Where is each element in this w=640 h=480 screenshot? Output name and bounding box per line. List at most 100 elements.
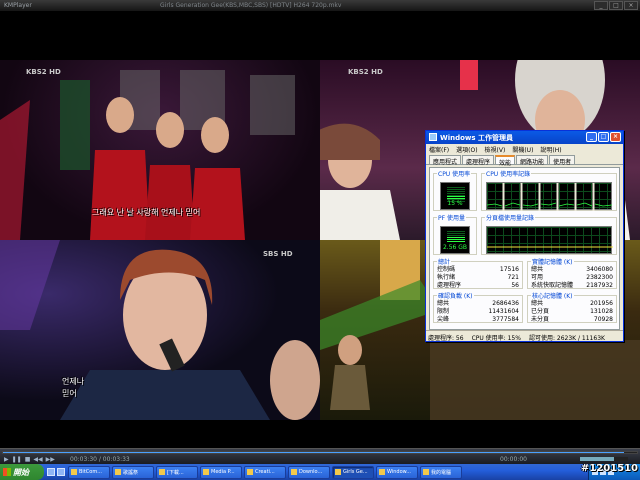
tab-processes[interactable]: 處理程序 [462,155,495,166]
prev-icon[interactable]: ◀◀ [33,456,42,463]
cpu-usage-box: CPU 使用率 15 % [433,169,477,211]
pf-usage-meter: 2.56 GB [440,226,470,254]
cpu-usage-value: 15 % [447,200,463,207]
app-icon [291,469,297,475]
taskbar-item[interactable]: 歌謠祭 [112,465,154,479]
video-quadrant-top-left: KBS2 HD 그래요 난 날 사랑해 언제나 믿어 [0,60,320,240]
minimize-button[interactable]: _ [594,1,608,10]
seek-progress [3,452,625,453]
stat-value: 70928 [593,316,613,323]
task-manager-window[interactable]: Windows 工作管理員 _ □ × 檔案(F) 選項(O) 檢視(V) 關機… [425,130,624,342]
task-manager-title-bar[interactable]: Windows 工作管理員 _ □ × [426,131,623,144]
app-name: KMPlayer [4,2,32,9]
totals-box: 總計 控制碼 17516 執行緒 721 處理程序 56 [433,257,523,289]
task-manager-title: Windows 工作管理員 [440,134,513,142]
app-icon [203,469,209,475]
menu-shutdown[interactable]: 關機(U) [512,145,533,154]
app-icon [115,469,121,475]
browser-icon[interactable] [57,468,65,476]
stat-label: 尖峰 [437,316,450,323]
tm-maximize-button[interactable]: □ [598,132,609,142]
seek-bar[interactable] [2,451,638,454]
cpu-history-legend: CPU 使用率記錄 [486,171,531,178]
time-readout: 00:00:00 [500,456,527,463]
menu-view[interactable]: 檢視(V) [485,145,506,154]
taskbar-item-label: Window... [387,469,412,475]
next-icon[interactable]: ▶▶ [46,456,55,463]
app-icon [247,469,253,475]
start-button[interactable]: 開始 [0,464,44,480]
stat-label: 未分頁 [531,316,550,323]
stat-row: 限制 11431604 [434,308,522,316]
menu-help[interactable]: 說明(H) [540,145,561,154]
stat-value: 131028 [590,308,613,315]
broadcaster-logo: KBS2 HD [348,68,383,76]
taskbar-item[interactable]: Downlo... [288,465,330,479]
stat-label: 總共 [437,300,450,307]
taskbar-item[interactable]: Media P... [200,465,242,479]
stat-value: 11431604 [488,308,519,315]
cpu-usage-legend: CPU 使用率 [438,171,471,178]
menu-file[interactable]: 檔案(F) [429,145,449,154]
stat-label: 總共 [531,266,544,273]
taskbar-item-label: 歌謠祭 [123,469,139,476]
stat-value: 17516 [499,266,519,273]
stat-value: 721 [507,274,519,281]
taskbar-item-label: BitCom... [79,469,102,475]
taskbar-item-label: 我的電腦 [431,469,452,476]
play-icon[interactable]: ▶ [4,456,9,463]
show-desktop-icon[interactable] [47,468,55,476]
task-manager-icon [429,133,437,141]
tab-users[interactable]: 使用者 [549,155,576,166]
volume-slider[interactable] [580,457,628,461]
tab-applications[interactable]: 應用程式 [429,155,462,166]
kernel-memory-legend: 核心記憶體 (K) [532,293,573,300]
taskbar-item-label: Downlo... [299,469,323,475]
stat-label: 系統快取記憶體 [531,282,574,289]
taskbar-item[interactable]: Girls Ge... [332,465,374,479]
stat-label: 處理程序 [437,282,462,289]
stop-icon[interactable]: ■ [25,456,31,463]
stat-row: 可用 2382300 [528,274,616,282]
commit-charge-legend: 確認負載 (K) [438,293,473,300]
tab-networking[interactable]: 網路功能 [516,155,549,166]
totals-legend: 總計 [438,259,451,266]
stat-value: 2382300 [586,274,613,281]
player-controls: ▶ ❚❚ ■ ◀◀ ▶▶ 00:03:30 / 00:03:33 00:00:0… [0,448,640,464]
windows-logo-icon [3,468,11,476]
stat-row: 總共 2686436 [434,300,522,308]
tm-minimize-button[interactable]: _ [586,132,597,142]
task-manager-tabs: 應用程式 處理程序 效能 網路功能 使用者 [426,154,623,167]
task-manager-menu: 檔案(F) 選項(O) 檢視(V) 關機(U) 說明(H) [426,144,623,154]
broadcaster-logo: SBS HD [263,250,293,258]
tm-close-button[interactable]: × [610,132,621,142]
performance-panel: CPU 使用率 15 % CPU 使用率記錄 PF 使用量 2.56 GB 分頁… [429,167,620,330]
stat-label: 執行緒 [437,274,456,281]
taskbar-item-label: Girls Ge... [343,469,368,475]
taskbar-item[interactable]: Window... [376,465,418,479]
app-icon [379,469,385,475]
close-button[interactable]: × [624,1,638,10]
kernel-memory-box: 核心記憶體 (K) 總共 201956 已分頁 131028 未分頁 70928 [527,291,617,323]
physical-memory-legend: 實體記憶體 (K) [532,259,573,266]
taskbar-item-label: [下載... [167,469,184,476]
video-quadrant-bottom-left: SBS HD 언제나 믿어 [0,240,320,420]
cpu-meter-fill [447,196,465,199]
player-title-bar[interactable]: KMPlayer Girls Generation Gee(KBS,MBC,SB… [0,0,640,12]
taskbar-item[interactable]: 我的電腦 [420,465,462,479]
taskbar-item[interactable]: BitCom... [68,465,110,479]
taskbar-item[interactable]: [下載... [156,465,198,479]
taskbar-item[interactable]: Creati... [244,465,286,479]
stat-value: 3406080 [586,266,613,273]
app-icon [159,469,165,475]
pf-usage-legend: PF 使用量 [438,215,465,222]
taskbar-item-label: Creati... [255,469,275,475]
menu-options[interactable]: 選項(O) [456,145,477,154]
pause-icon[interactable]: ❚❚ [12,456,22,463]
cpu-usage-meter: 15 % [440,182,470,210]
tab-performance[interactable]: 效能 [495,155,516,167]
maximize-button[interactable]: □ [609,1,623,10]
pf-history-box: 分頁檔使用量記錄 [481,213,617,255]
stage-scene [0,240,320,420]
status-processes: 處理程序: 56 [428,335,464,342]
